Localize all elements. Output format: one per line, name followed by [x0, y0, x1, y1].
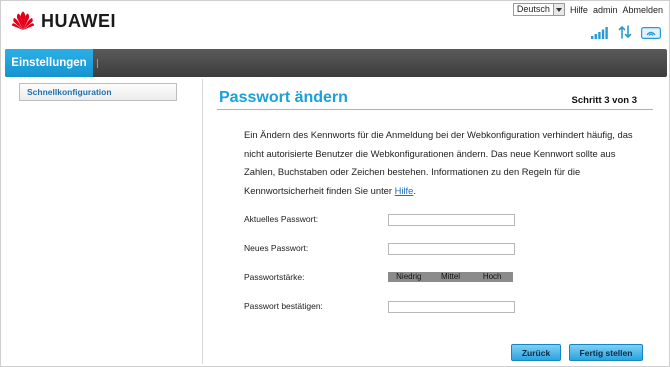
wlan-icon — [641, 27, 661, 39]
status-icons — [591, 25, 661, 39]
signal-strength-icon — [591, 27, 608, 39]
chevron-down-icon[interactable] — [552, 4, 564, 15]
description-text: Ein Ändern des Kennworts für die Anmeldu… — [244, 126, 649, 200]
description-body: Ein Ändern des Kennworts für die Anmeldu… — [244, 129, 633, 196]
tab-einstellungen[interactable]: Einstellungen — [5, 49, 93, 77]
strength-level-high: Hoch — [482, 272, 502, 281]
password-strength-label: Passwortstärke: — [244, 272, 305, 282]
back-button[interactable]: Zurück — [511, 344, 561, 361]
sidebar: Schnellkonfiguration — [5, 79, 203, 364]
language-value: Deutsch — [516, 4, 550, 14]
main-navbar: Einstellungen — [5, 49, 667, 77]
help-link[interactable]: Hilfe — [570, 5, 588, 15]
data-transfer-icon — [618, 25, 632, 39]
confirm-password-field[interactable] — [388, 301, 515, 313]
page-title: Passwort ändern — [219, 89, 348, 106]
brand-logo: HUAWEI — [11, 10, 116, 32]
brand-name: HUAWEI — [41, 10, 116, 31]
nav-separator — [97, 59, 98, 68]
finish-button[interactable]: Fertig stellen — [569, 344, 643, 361]
new-password-label: Neues Passwort: — [244, 243, 309, 253]
top-links: Deutsch Hilfe admin Abmelden — [512, 3, 663, 16]
language-select[interactable]: Deutsch — [512, 3, 565, 16]
current-password-field[interactable] — [388, 214, 515, 226]
password-strength-meter: Niedrig Mittel Hoch — [388, 272, 513, 282]
huawei-logo-icon — [11, 11, 35, 30]
step-indicator: Schritt 3 von 3 — [571, 95, 637, 106]
title-divider — [217, 109, 653, 110]
user-name: admin — [592, 4, 618, 15]
app-frame: HUAWEI Deutsch Hilfe admin Abmelden Eins… — [0, 0, 670, 367]
description-end: . — [413, 184, 416, 196]
new-password-field[interactable] — [388, 243, 515, 255]
strength-level-medium: Mittel — [440, 272, 461, 281]
confirm-password-label: Passwort bestätigen: — [244, 301, 323, 311]
strength-level-low: Niedrig — [396, 272, 422, 281]
logout-link[interactable]: Abmelden — [622, 5, 663, 15]
help-inline-link[interactable]: Hilfe — [395, 185, 414, 196]
header: HUAWEI Deutsch Hilfe admin Abmelden — [1, 1, 670, 49]
sidebar-item-schnellkonfiguration[interactable]: Schnellkonfiguration — [19, 83, 177, 101]
current-password-label: Aktuelles Passwort: — [244, 214, 319, 224]
